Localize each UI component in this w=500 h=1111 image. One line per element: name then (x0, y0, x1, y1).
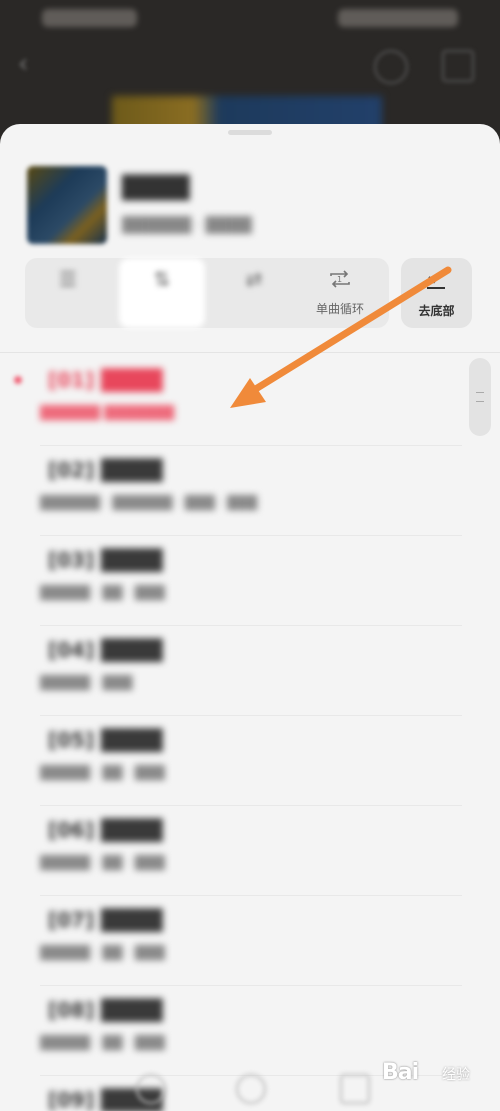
status-left-icons (42, 9, 137, 27)
watermark-brand: Bai (382, 1060, 419, 1085)
repeat-one-button[interactable]: 1 单曲循环 (297, 258, 383, 328)
order-play-button[interactable]: ⇅ (119, 258, 205, 328)
shuffle-button[interactable]: ⇄ (211, 258, 297, 328)
track-row[interactable]: [04] ████ █████ · ███ (0, 626, 470, 716)
scrollbar-handle[interactable] (469, 358, 491, 436)
track-row[interactable]: [05] ████ █████ · ██ · ███ (0, 716, 470, 806)
album-subtitle: ██████ · ████ (122, 216, 252, 234)
status-right-icons (338, 9, 458, 27)
track-title: [04] ████ (48, 638, 163, 662)
repeat-one-label: 单曲循环 (315, 302, 364, 316)
status-bar (0, 0, 500, 36)
shuffle-icon: ⇄ (245, 267, 263, 291)
scroll-to-bottom-button[interactable]: 去底部 (401, 258, 472, 328)
download-check-icon (423, 268, 449, 292)
track-row[interactable]: [03] ████ █████ · ██ · ███ (0, 536, 470, 626)
track-subtitle: █████ · ██ · ███ (40, 1036, 165, 1051)
list-button[interactable]: ☰ (25, 258, 111, 328)
header-divider (0, 352, 500, 353)
toolbar-icon[interactable] (136, 1074, 166, 1104)
list-icon: ☰ (59, 267, 77, 291)
track-subtitle: ██████ · ██████ · ███ · ███ (40, 496, 258, 511)
album-cover[interactable] (27, 166, 107, 244)
back-arrow-icon[interactable]: ‹ (18, 51, 42, 77)
track-row[interactable]: [01] ████ ██████ ███████ (0, 356, 470, 446)
track-title: [07] ████ (48, 908, 163, 932)
track-title: [01] ████ (48, 368, 163, 392)
track-subtitle: █████ · ██ · ███ (40, 946, 165, 961)
order-icon: ⇅ (153, 267, 171, 291)
settings-icon[interactable] (374, 50, 408, 84)
track-title: [05] ████ (48, 728, 163, 752)
scroll-to-bottom-label: 去底部 (418, 304, 455, 318)
share-icon[interactable] (442, 50, 474, 82)
track-subtitle: █████ · ██ · ███ (40, 856, 165, 871)
track-title: [08] ████ (48, 998, 163, 1022)
album-title: ████ (122, 176, 190, 201)
track-title: [02] ████ (48, 458, 163, 482)
track-subtitle: █████ · ██ · ███ (40, 766, 165, 781)
track-subtitle: ██████ ███████ (40, 406, 175, 421)
watermark-sub: 经验 (442, 1067, 470, 1083)
track-title: [03] ████ (48, 548, 163, 572)
track-row[interactable]: [07] ████ █████ · ██ · ███ (0, 896, 470, 986)
now-playing-indicator (14, 376, 22, 384)
baidu-watermark: Bai 经验 (382, 1056, 492, 1096)
track-row[interactable]: [02] ████ ██████ · ██████ · ███ · ███ (0, 446, 470, 536)
svg-text:1: 1 (337, 275, 342, 284)
track-subtitle: █████ · ██ · ███ (40, 586, 165, 601)
track-row[interactable]: [06] ████ █████ · ██ · ███ (0, 806, 470, 896)
track-title: [06] ████ (48, 818, 163, 842)
toolbar-icon[interactable] (340, 1074, 370, 1104)
grip-icon (476, 392, 484, 402)
toolbar-icon[interactable] (236, 1074, 266, 1104)
playlist-sheet: ████ ██████ · ████ ☰ ⇅ ⇄ 1 单曲循环 去底部 [01]… (0, 124, 500, 1111)
track-subtitle: █████ · ███ (40, 676, 133, 691)
repeat-one-icon: 1 (327, 268, 353, 290)
playback-mode-group: ☰ ⇅ ⇄ 1 单曲循环 (25, 258, 389, 328)
sheet-grabber[interactable] (228, 130, 272, 135)
